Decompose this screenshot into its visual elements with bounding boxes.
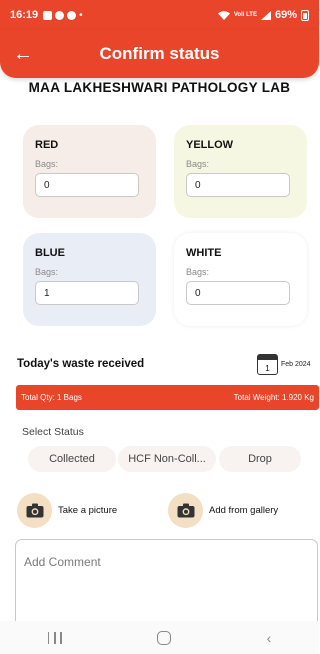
status-dot: • (79, 9, 83, 21)
status-option-hcf-non-collected[interactable]: HCF Non-Coll... (118, 446, 216, 472)
home-icon[interactable] (157, 630, 172, 645)
waste-received-title: Today's waste received (17, 358, 145, 370)
notification-icons (43, 10, 77, 20)
camera-icon[interactable] (17, 493, 52, 528)
select-status-label: Select Status (22, 426, 84, 438)
lab-name: MAA LAKHESHWARI PATHOLOGY LAB (28, 80, 291, 95)
blue-bags-input[interactable]: 1 (35, 281, 139, 305)
red-bag-card: RED Bags: 0 (23, 125, 156, 218)
take-picture-button[interactable]: Take a picture (17, 493, 117, 528)
total-quantity: Total Qty: 1 Bags (21, 393, 82, 402)
yellow-bag-card: YELLOW Bags: 0 (174, 125, 307, 218)
status-bar: 16:19 • Voli LTE 69% (0, 0, 319, 30)
white-bag-card: WHITE Bags: 0 (174, 233, 307, 326)
app-bar: ← Confirm status (0, 30, 319, 78)
whatsapp-notification-icon (67, 10, 77, 20)
add-from-gallery-label: Add from gallery (209, 505, 279, 516)
total-weight: Total Weight: 1.920 Kg (233, 393, 314, 402)
red-bags-input[interactable]: 0 (35, 173, 139, 197)
signal-icon (260, 10, 271, 20)
comment-placeholder: Add Comment (24, 555, 101, 569)
battery-icon (301, 9, 309, 21)
nav-back-icon[interactable]: ‹ (267, 630, 272, 646)
comment-input[interactable]: Add Comment (15, 539, 318, 621)
status-option-drop[interactable]: Drop (219, 446, 301, 472)
bag-color-name: BLUE (35, 247, 65, 259)
white-bags-input[interactable]: 0 (186, 281, 290, 305)
totals-bar: Total Qty: 1 Bags Total Weight: 1.920 Kg (16, 385, 319, 410)
back-arrow-icon: ← (13, 42, 33, 65)
camera-icon[interactable] (168, 493, 203, 528)
system-nav-bar: ‹ (0, 621, 319, 654)
page-title: Confirm status (99, 44, 220, 63)
network-label: Voli LTE (233, 12, 257, 18)
date-picker[interactable]: 1 Feb 2024 (257, 354, 311, 375)
status-right: Voli LTE 69% (217, 9, 309, 21)
bags-label: Bags: (35, 267, 59, 277)
bags-label: Bags: (35, 159, 59, 169)
date-text: Feb 2024 (281, 361, 311, 368)
bag-color-name: WHITE (186, 247, 222, 259)
status-time: 16:19 (10, 9, 39, 21)
take-picture-label: Take a picture (58, 505, 118, 516)
calendar-icon[interactable]: 1 (257, 354, 278, 375)
bags-label: Bags: (186, 267, 210, 277)
add-from-gallery-button[interactable]: Add from gallery (168, 493, 278, 528)
calendar-day: 1 (265, 364, 270, 373)
wifi-icon (217, 10, 230, 20)
bag-color-name: YELLOW (186, 139, 234, 151)
back-button[interactable]: ← (0, 30, 46, 78)
bag-color-name: RED (35, 139, 59, 151)
gallery-notification-icon (43, 10, 53, 20)
status-option-collected[interactable]: Collected (28, 446, 116, 472)
battery-percent: 69% (274, 9, 297, 21)
bags-label: Bags: (186, 159, 210, 169)
app-notification-icon (55, 10, 65, 20)
recent-apps-icon[interactable] (47, 631, 62, 644)
yellow-bags-input[interactable]: 0 (186, 173, 290, 197)
blue-bag-card: BLUE Bags: 1 (23, 233, 156, 326)
